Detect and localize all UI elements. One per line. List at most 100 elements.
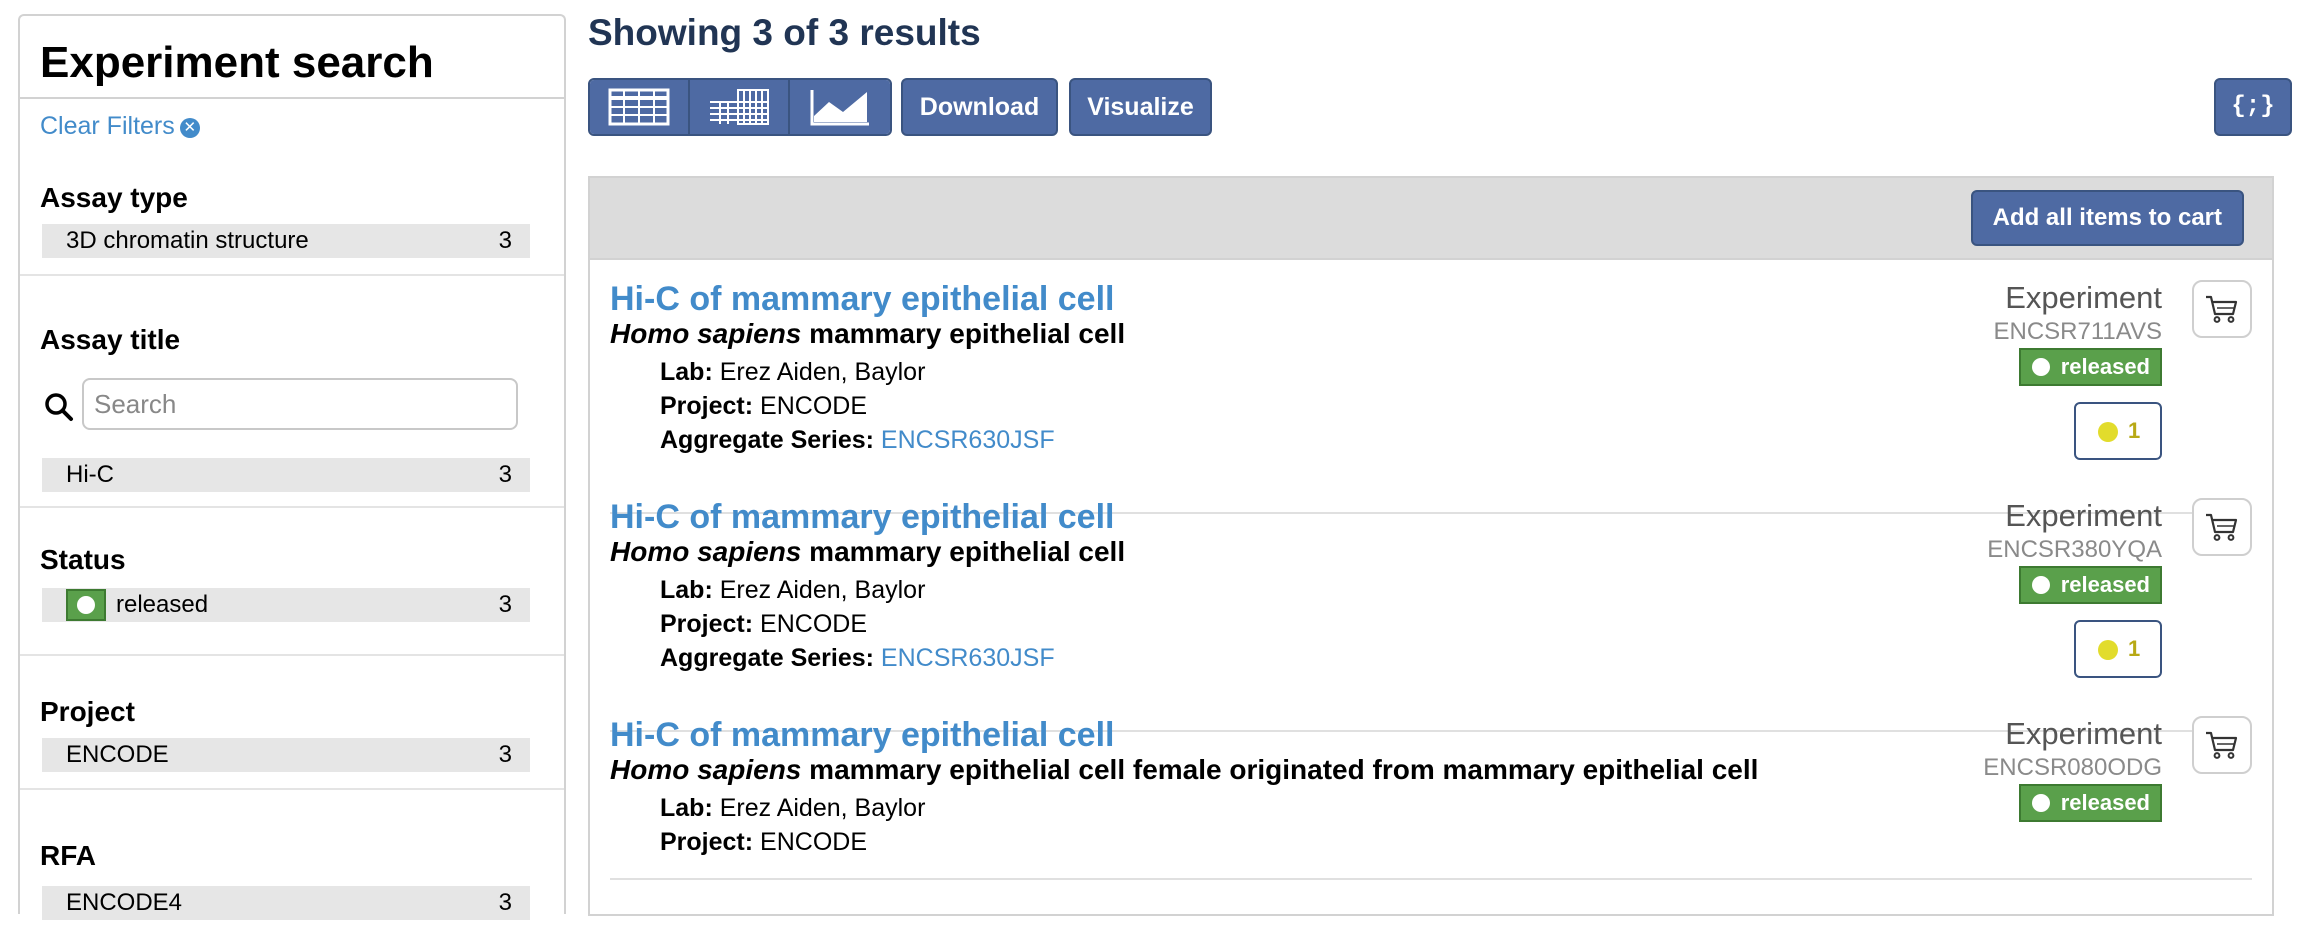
lab-label: Lab: [660,794,713,822]
aggregate-series-link[interactable]: ENCSR630JSF [881,426,1055,454]
series-label: Aggregate Series: [660,426,874,454]
facet-term-label: ENCODE4 [66,889,183,916]
result-title-link[interactable]: Hi-C of mammary epithelial cell [610,716,1115,755]
divider [20,274,564,276]
facet-term-count: 3 [498,461,512,488]
facet-term-hi-c[interactable]: Hi-C 3 [42,458,530,492]
facet-term-count: 3 [498,227,512,254]
result-title-link[interactable]: Hi-C of mammary epithelial cell [610,280,1115,319]
facet-term-label: Hi-C [66,461,114,488]
add-to-cart-button[interactable] [2192,498,2252,556]
clear-circle-icon: ✕ [179,118,200,138]
divider [610,878,2252,880]
cart-icon [2206,513,2238,541]
add-to-cart-button[interactable] [2192,716,2252,774]
view-toggle [588,78,892,136]
clear-filters-label: Clear Filters [40,112,175,140]
biosample-term: mammary epithelial cell [809,318,1126,349]
result-type: Experiment [2005,498,2162,533]
organism-name: Homo sapiens [610,754,802,785]
project-label: Project: [660,828,754,856]
lab-value: Erez Aiden, Baylor [719,358,926,386]
facet-panel-title: Experiment search [40,38,434,87]
result-project: Project: ENCODE [660,610,867,639]
facet-term-encode4[interactable]: ENCODE4 3 [42,886,530,920]
add-to-cart-button[interactable] [2192,280,2252,338]
matrix-view-button[interactable] [690,80,790,134]
lab-value: Erez Aiden, Baylor [719,794,926,822]
organism-name: Homo sapiens [610,318,802,349]
facet-heading-project: Project [40,696,135,727]
result-type: Experiment [2005,280,2162,315]
facet-term-count: 3 [498,889,512,916]
search-icon [45,393,73,421]
audit-button[interactable]: 1 [2074,402,2162,460]
facet-heading-assay-type: Assay type [40,182,188,213]
audit-count: 1 [2128,636,2141,661]
visualize-button[interactable]: Visualize [1069,78,1212,136]
project-value: ENCODE [760,392,868,420]
project-label: Project: [660,610,754,638]
clear-filters-link[interactable]: Clear Filters ✕ [40,112,200,141]
facet-term-count: 3 [498,741,512,768]
divider [20,788,564,790]
lab-label: Lab: [660,576,713,604]
chart-view-button[interactable] [790,80,890,134]
audit-count: 1 [2128,418,2141,443]
facet-heading-status: Status [40,544,126,575]
audit-warning-icon [2098,640,2118,660]
lab-value: Erez Aiden, Baylor [719,576,926,604]
facet-term-label: released [116,591,209,618]
results-panel: Add all items to cart Hi-C of mammary ep… [588,176,2274,916]
status-badge: released [2018,784,2162,822]
json-view-button[interactable]: {;} [2214,78,2292,136]
audit-warning-icon [2098,422,2118,442]
project-label: Project: [660,392,754,420]
divider [20,97,564,99]
result-accession: ENCSR711AVS [1993,318,2162,345]
table-view-icon [608,88,670,126]
result-item: Hi-C of mammary epithelial cell Homo sap… [610,716,2252,934]
result-item: Hi-C of mammary epithelial cell Homo sap… [610,280,2252,498]
result-accession: ENCSR080ODG [1983,754,2162,781]
result-accession: ENCSR380YQA [1987,536,2162,563]
audit-button[interactable]: 1 [2074,620,2162,678]
result-lab: Lab: Erez Aiden, Baylor [660,576,925,605]
result-biosample: Homo sapiens mammary epithelial cell fem… [610,754,1758,786]
download-button[interactable]: Download [901,78,1058,136]
table-view-button[interactable] [590,80,690,134]
facet-term-label: 3D chromatin structure [66,227,309,254]
matrix-view-icon [710,89,769,125]
result-biosample: Homo sapiens mammary epithelial cell [610,318,1125,350]
add-all-to-cart-button[interactable]: Add all items to cart [1970,190,2244,246]
results-count-heading: Showing 3 of 3 results [588,12,981,53]
facet-heading-assay-title: Assay title [40,324,181,355]
cart-icon [2206,731,2238,759]
biosample-term: mammary epithelial cell female originate… [809,754,1759,785]
result-biosample: Homo sapiens mammary epithelial cell [610,536,1125,568]
facet-term-label: ENCODE [66,741,169,768]
chart-view-icon [810,90,869,126]
status-badge: released [2018,566,2162,604]
result-lab: Lab: Erez Aiden, Baylor [660,358,925,387]
result-type: Experiment [2005,716,2162,751]
assay-title-search-input[interactable] [82,378,518,430]
aggregate-series-link[interactable]: ENCSR630JSF [881,644,1055,672]
result-title-link[interactable]: Hi-C of mammary epithelial cell [610,498,1115,537]
biosample-term: mammary epithelial cell [809,536,1126,567]
facet-term-released[interactable]: released 3 [42,588,530,622]
series-label: Aggregate Series: [660,644,874,672]
cart-icon [2206,295,2238,323]
lab-label: Lab: [660,358,713,386]
status-circle-icon [66,589,106,621]
project-value: ENCODE [760,610,868,638]
results-toolbar: Add all items to cart [590,178,2272,260]
facet-term-3d-chromatin[interactable]: 3D chromatin structure 3 [42,224,530,258]
facet-term-encode[interactable]: ENCODE 3 [42,738,530,772]
result-item: Hi-C of mammary epithelial cell Homo sap… [610,498,2252,716]
organism-name: Homo sapiens [610,536,802,567]
facet-term-count: 3 [498,591,512,618]
facet-panel: Experiment search Clear Filters ✕ Assay t… [18,14,566,920]
facet-heading-rfa: RFA [40,840,96,871]
result-project: Project: ENCODE [660,392,867,421]
